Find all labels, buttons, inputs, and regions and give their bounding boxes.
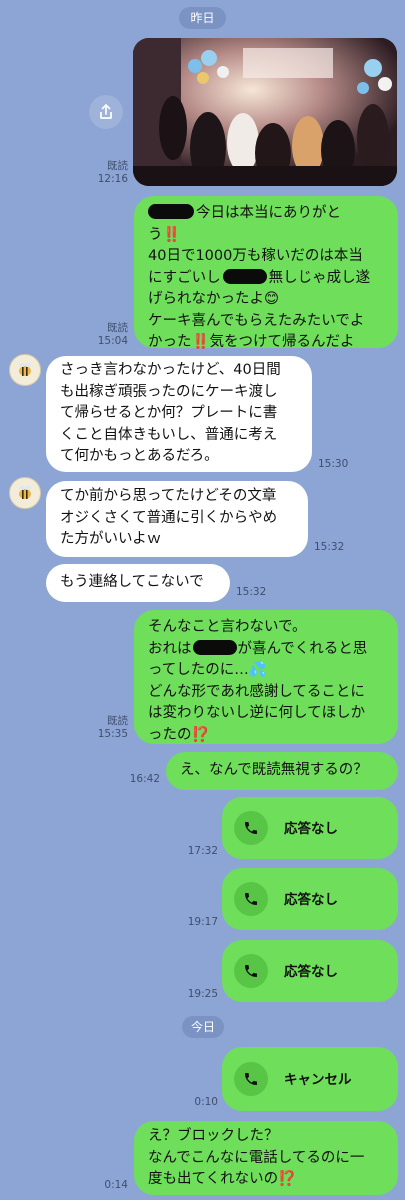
contact-avatar[interactable]: [9, 354, 41, 386]
message-line: て何かもっとあるだろ。: [60, 448, 219, 464]
redacted-name: [148, 204, 194, 219]
message-line: くこと自体きもいし、普通に考え: [60, 426, 278, 443]
call-time: 17:32: [187, 845, 218, 857]
phone-icon: [234, 811, 268, 845]
message-line: た方がいいよｗ: [60, 531, 162, 547]
sent-message-bubble[interactable]: え？ブロックした？ なんでこんなに電話してるのに一 度も出てくれないの⁉️: [134, 1121, 398, 1195]
bee-icon: [19, 486, 31, 499]
message-line: おれは: [148, 640, 192, 657]
message-line: なんでこんなに電話してるのに一: [148, 1149, 365, 1166]
message-line: え？ブロックした？: [148, 1128, 279, 1144]
received-message-bubble[interactable]: さっき言わなかったけど、40日間 も出稼ぎ頑張ったのにケーキ渡し て帰らせるとか…: [46, 356, 312, 472]
call-time: 0:10: [194, 1096, 218, 1108]
message-line: て帰らせるとか何？プレートに書: [60, 405, 278, 421]
shared-photo[interactable]: [133, 38, 397, 186]
phone-icon: [234, 882, 268, 916]
message-time: 16:42: [129, 773, 160, 785]
message-line: 度も出てくれないの⁉️: [148, 1171, 297, 1187]
message-line: 今日は本当にありがと: [196, 205, 341, 221]
phone-icon: [234, 954, 268, 988]
date-separator: 昨日: [179, 7, 226, 29]
call-bubble[interactable]: キャンセル: [222, 1047, 398, 1111]
call-time: 19:25: [187, 988, 218, 1000]
message-line: てか前から思ってたけどその文章: [60, 488, 277, 504]
share-button[interactable]: [89, 95, 123, 129]
message-line: は変わりないし逆に何してほしか: [148, 705, 366, 721]
message-time: 15:32: [236, 586, 267, 598]
message-line: 無しじゃ成し遂: [268, 269, 371, 286]
call-bubble[interactable]: 応答なし: [222, 868, 398, 930]
message-line: う‼️: [148, 226, 181, 243]
party-photo-image: [133, 38, 397, 186]
sent-message-bubble[interactable]: そんなこと言わないで。 おれは が喜んでくれると思 ってしたのに…💦 どんな形であ…: [134, 610, 398, 744]
message-line: ったの⁉️: [148, 726, 210, 743]
message-line: オジくさくて普通に引くからやめ: [60, 509, 278, 526]
message-line: かった‼️気をつけて帰るんだよ: [148, 334, 355, 350]
message-line: もう連絡してこないで: [60, 574, 204, 590]
sent-message-bubble[interactable]: え、なんで既読無視するの？: [166, 752, 398, 790]
read-status: 既読: [107, 322, 128, 334]
call-status-label: 応答なし: [284, 821, 338, 837]
received-message-bubble[interactable]: てか前から思ってたけどその文章 オジくさくて普通に引くからやめ た方がいいよｗ: [46, 481, 308, 557]
phone-icon: [234, 1062, 268, 1096]
sent-message-bubble[interactable]: 今日は本当にありがと う‼️ 40日で1000万も稼いだのは本当 にすごいし 無し…: [134, 196, 398, 350]
message-time: 15:04: [97, 335, 128, 347]
redacted-name: [222, 268, 267, 284]
call-time: 19:17: [187, 916, 218, 928]
message-line: ってしたのに…💦: [148, 662, 267, 678]
contact-avatar[interactable]: [9, 477, 41, 509]
read-status: 既読: [107, 160, 128, 172]
message-line: にすごいし: [148, 269, 221, 286]
message-line: も出稼ぎ頑張ったのにケーキ渡し: [60, 383, 278, 400]
message-line: ケーキ喜んでもらえたみたいでよ: [148, 312, 365, 329]
message-line: 40日で1000万も稼いだのは本当: [148, 248, 363, 264]
message-line: そんなこと言わないで。: [148, 619, 307, 635]
message-time: 15:35: [97, 728, 128, 740]
message-time: 0:14: [104, 1179, 128, 1191]
call-bubble[interactable]: 応答なし: [222, 797, 398, 859]
call-bubble[interactable]: 応答なし: [222, 940, 398, 1002]
bee-icon: [19, 363, 31, 376]
message-line: え、なんで既読無視するの？: [180, 762, 368, 778]
call-status-label: 応答なし: [284, 892, 338, 908]
read-status: 既読: [107, 715, 128, 727]
message-time: 15:32: [314, 541, 345, 553]
message-time: 12:16: [97, 173, 128, 185]
call-status-label: キャンセル: [284, 1072, 352, 1088]
share-icon: [100, 104, 112, 119]
call-status-label: 応答なし: [284, 964, 338, 980]
message-time: 15:30: [318, 458, 349, 470]
message-line: げられなかったよ😊: [148, 291, 280, 307]
message-line: さっき言わなかったけど、40日間: [60, 362, 281, 378]
received-message-bubble[interactable]: もう連絡してこないで: [46, 564, 230, 602]
message-line: が喜んでくれると思: [237, 640, 368, 657]
redacted-name: [192, 639, 237, 655]
date-separator: 今日: [182, 1016, 224, 1038]
message-line: どんな形であれ感謝してることに: [148, 683, 365, 700]
